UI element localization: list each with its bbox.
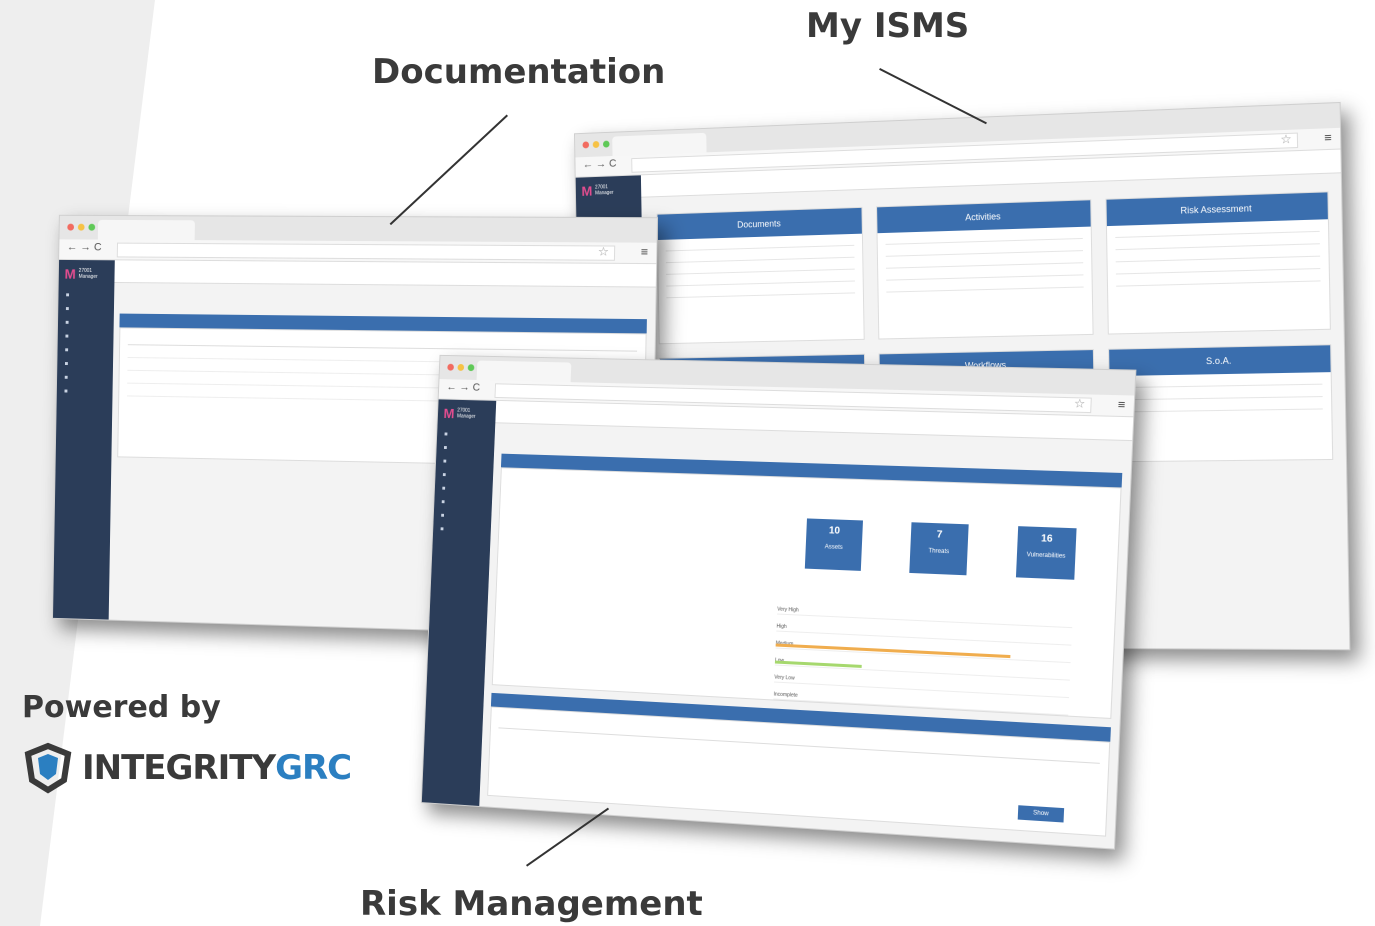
brand-text-grc: GRC [275, 748, 352, 788]
dashboard-card-title: Risk Assessment [1106, 192, 1328, 227]
browser-tab-bar [59, 215, 657, 243]
dashboard-card[interactable]: S.o.A. [1107, 344, 1334, 463]
app-sidebar: M 27001 Manager [53, 259, 115, 620]
kpi-value: 7 [936, 529, 943, 541]
kpi-tiles: 10 Assets 7 Threats 16 Vulnerabilities [804, 518, 1077, 580]
nav-arrows-icon[interactable]: ← → C [446, 381, 480, 393]
star-icon[interactable]: ☆ [598, 244, 609, 258]
star-icon[interactable]: ☆ [1280, 132, 1292, 147]
risk-level-label: Very Low [774, 674, 795, 682]
browser-tab[interactable] [97, 219, 195, 241]
kpi-value: 10 [828, 525, 841, 537]
star-icon[interactable]: ☆ [1074, 396, 1086, 411]
integritygrc-emblem-icon [24, 742, 72, 794]
risk-level-label: High [776, 623, 787, 631]
url-field[interactable] [116, 242, 616, 261]
risk-level-label: Very High [777, 606, 799, 614]
brand-text-integrity: INTEGRITY [82, 748, 276, 788]
dashboard-card[interactable]: Activities [876, 199, 1094, 340]
dashboard-card[interactable]: Risk Assessment [1105, 191, 1331, 335]
menu-icon[interactable]: ≡ [1324, 130, 1332, 145]
dashboard-card-title: Activities [877, 200, 1091, 234]
menu-icon[interactable]: ≡ [641, 245, 649, 259]
kpi-label: Assets [824, 544, 843, 551]
risk-level-bars: Very HighHighMediumLowVery LowIncomplete [773, 597, 1073, 716]
kpi-tile[interactable]: 7 Threats [909, 522, 969, 576]
integritygrc-logo: INTEGRITYGRC [20, 740, 352, 796]
kpi-label: Vulnerabilities [1026, 552, 1066, 560]
kpi-tile[interactable]: 10 Assets [804, 518, 863, 571]
risk-level-label: Incomplete [773, 691, 798, 699]
kpi-label: Threats [928, 548, 950, 556]
nav-arrows-icon[interactable]: ← → C [67, 241, 102, 253]
menu-icon[interactable]: ≡ [1118, 397, 1126, 412]
label-my-isms: My ISMS [806, 6, 970, 46]
kpi-value: 16 [1040, 533, 1053, 545]
app-topbar [114, 260, 657, 288]
kpi-tile[interactable]: 16 Vulnerabilities [1015, 526, 1077, 580]
dashboard-card[interactable]: Documents [656, 206, 866, 345]
show-button[interactable]: Show [1017, 805, 1065, 823]
leader-line-risk [526, 807, 610, 867]
label-risk-management: Risk Management [360, 884, 703, 924]
nav-arrows-icon[interactable]: ← → C [583, 158, 617, 171]
powered-by-text: Powered by [22, 690, 221, 725]
label-documentation: Documentation [372, 52, 666, 92]
dashboard-card-title: Documents [657, 207, 863, 240]
browser-tab[interactable] [476, 360, 572, 383]
leader-line-documentation [389, 114, 508, 226]
leader-line-isms [879, 68, 987, 125]
assessment-panel: 10 Assets 7 Threats 16 Vulnerabilities Very H… [491, 467, 1122, 719]
risk-browser-window: ← → C ☆ ≡ M 27001 Manager 10 Assets 7 Threats… [420, 354, 1137, 850]
dashboard-card-title: S.o.A. [1108, 345, 1331, 377]
